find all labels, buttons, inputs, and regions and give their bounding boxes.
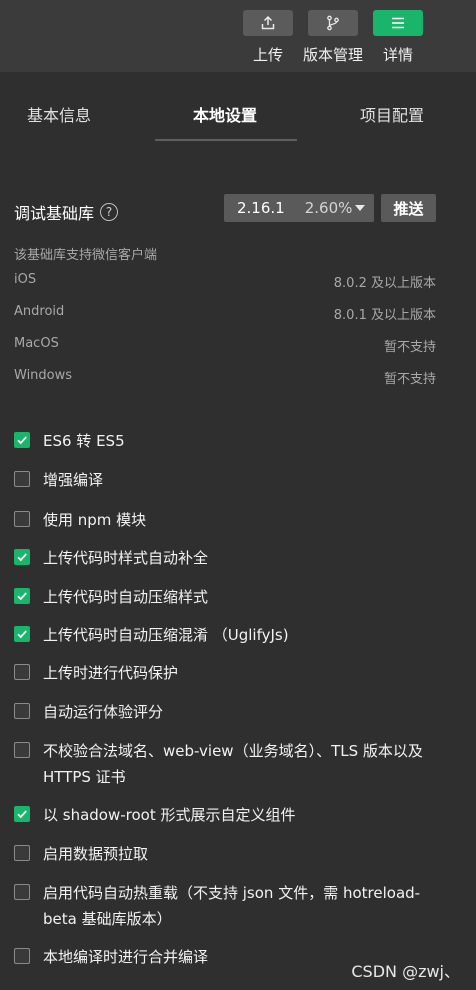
check-icon: [17, 553, 27, 562]
platform-name: Windows: [14, 368, 73, 383]
checkbox[interactable]: [14, 432, 30, 448]
option-label: 上传代码时自动压缩混淆 （UglifyJs): [43, 626, 289, 644]
debug-lib-section: 调试基础库 ?: [14, 200, 119, 224]
option-enhanced-compile[interactable]: 增强编译: [14, 467, 454, 493]
option-label: 上传代码时自动压缩样式: [43, 588, 209, 606]
upload-button[interactable]: [243, 10, 293, 36]
version-manage-button[interactable]: [308, 10, 358, 36]
branch-icon: [327, 15, 339, 31]
push-button[interactable]: 推送: [381, 194, 436, 222]
option-label: 以 shadow-root 形式展示自定义组件: [43, 806, 296, 824]
checkbox[interactable]: [14, 511, 30, 527]
checkbox[interactable]: [14, 588, 30, 604]
lib-version-percent: 2.60%: [304, 199, 353, 217]
tab-local-settings[interactable]: 本地设置: [193, 102, 257, 126]
lib-version-select[interactable]: 2.16.1 2.60%: [224, 194, 374, 222]
details-label: 详情: [382, 46, 413, 64]
support-caption: 该基础库支持微信客户端: [14, 248, 158, 263]
caret-down-icon: [355, 205, 365, 211]
checkbox[interactable]: [14, 471, 30, 487]
platform-name: iOS: [14, 272, 37, 287]
checkbox[interactable]: [14, 845, 30, 861]
checkbox[interactable]: [14, 806, 30, 822]
checkbox[interactable]: [14, 626, 30, 642]
option-label: 增强编译: [43, 471, 104, 489]
check-icon: [17, 592, 27, 601]
help-icon[interactable]: ?: [100, 203, 119, 221]
tab-project-config[interactable]: 项目配置: [360, 102, 424, 126]
top-toolbar: 上传 版本管理 详情: [0, 0, 476, 73]
option-shadow-root[interactable]: 以 shadow-root 形式展示自定义组件: [14, 802, 454, 828]
platform-version: 8.0.1 及以上版本: [333, 308, 436, 323]
option-label: 自动运行体验评分: [43, 703, 164, 721]
option-label: 使用 npm 模块: [43, 511, 147, 529]
option-label: 上传代码时样式自动补全: [43, 549, 209, 567]
option-label: 上传时进行代码保护: [43, 664, 179, 682]
settings-tabs: 基本信息 本地设置 项目配置: [0, 72, 476, 142]
option-label: 不校验合法域名、web-view（业务域名）、TLS 版本以及 HTTPS 证书: [43, 742, 423, 786]
upload-label: 上传: [252, 46, 283, 64]
tab-basic-info[interactable]: 基本信息: [27, 102, 91, 126]
checkbox[interactable]: [14, 664, 30, 680]
version-manage-label: 版本管理: [302, 46, 363, 64]
platform-row-windows: Windows 暂不支持: [14, 368, 436, 388]
option-auto-audit[interactable]: 自动运行体验评分: [14, 699, 454, 725]
platform-row-macos: MacOS 暂不支持: [14, 336, 436, 356]
option-es6-to-es5[interactable]: ES6 转 ES5: [14, 428, 454, 454]
option-uglify[interactable]: 上传代码时自动压缩混淆 （UglifyJs): [14, 622, 454, 648]
debug-lib-title: 调试基础库: [14, 204, 95, 223]
platform-row-ios: iOS 8.0.2 及以上版本: [14, 272, 436, 292]
menu-icon: [392, 17, 404, 29]
platform-version: 暂不支持: [383, 340, 436, 355]
check-icon: [17, 810, 27, 819]
details-button[interactable]: [373, 10, 423, 36]
check-icon: [17, 436, 27, 445]
option-label: 启用代码自动热重载（不支持 json 文件，需 hotreload-beta 基…: [43, 884, 421, 928]
lib-version-value: 2.16.1: [237, 199, 285, 217]
option-autoprefix[interactable]: 上传代码时样式自动补全: [14, 545, 454, 571]
checkbox[interactable]: [14, 948, 30, 964]
checkbox[interactable]: [14, 703, 30, 719]
active-tab-indicator: [155, 139, 297, 141]
platform-name: Android: [14, 304, 65, 319]
option-label: 本地编译时进行合并编译: [43, 948, 209, 966]
checkbox[interactable]: [14, 742, 30, 758]
option-label: 启用数据预拉取: [43, 845, 149, 863]
option-label: ES6 转 ES5: [43, 432, 125, 450]
option-npm-module[interactable]: 使用 npm 模块: [14, 507, 454, 533]
platform-name: MacOS: [14, 336, 59, 351]
platform-version: 8.0.2 及以上版本: [333, 276, 436, 291]
option-skip-domain-check[interactable]: 不校验合法域名、web-view（业务域名）、TLS 版本以及 HTTPS 证书: [14, 738, 454, 790]
upload-icon: [261, 15, 275, 30]
option-code-protect[interactable]: 上传时进行代码保护: [14, 660, 454, 686]
checkbox[interactable]: [14, 549, 30, 565]
checkbox[interactable]: [14, 884, 30, 900]
option-prefetch[interactable]: 启用数据预拉取: [14, 841, 454, 867]
platform-version: 暂不支持: [383, 372, 436, 387]
option-hot-reload[interactable]: 启用代码自动热重载（不支持 json 文件，需 hotreload-beta 基…: [14, 880, 454, 932]
option-minify-style[interactable]: 上传代码时自动压缩样式: [14, 584, 454, 610]
platform-row-android: Android 8.0.1 及以上版本: [14, 304, 436, 324]
watermark: CSDN @zwj、: [351, 962, 460, 981]
check-icon: [17, 630, 27, 639]
